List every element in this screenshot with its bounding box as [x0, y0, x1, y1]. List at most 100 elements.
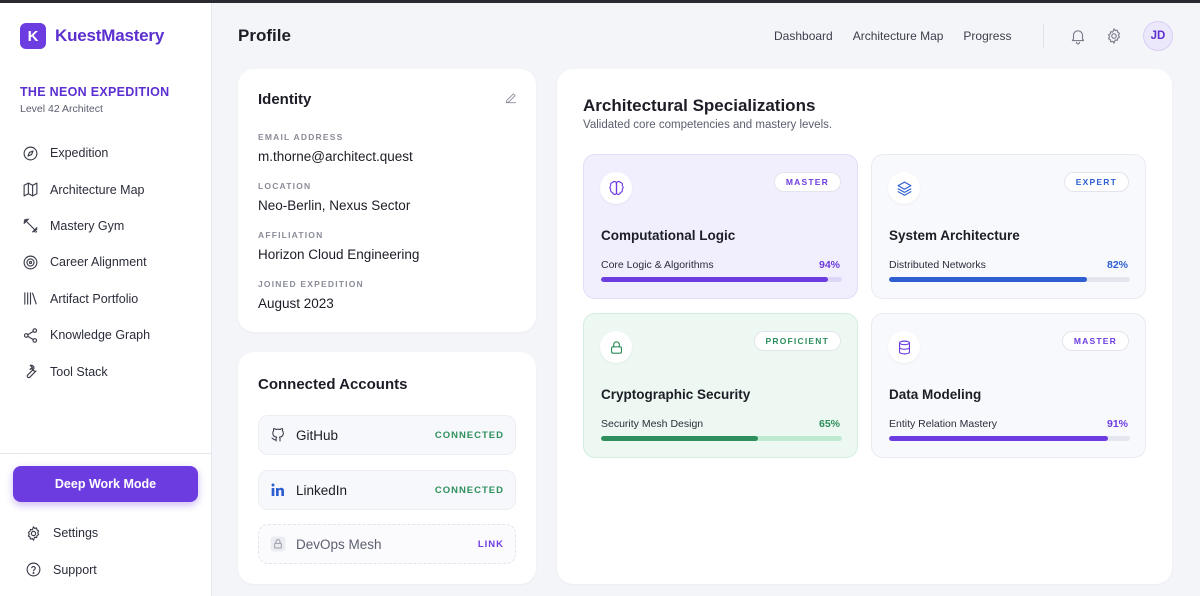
map-icon [23, 182, 38, 197]
share-icon [23, 327, 38, 343]
email-label: EMAIL ADDRESS [258, 132, 344, 142]
lock-icon [270, 536, 286, 552]
spec-skill: Core Logic & Algorithms [601, 259, 714, 271]
spec-name: Data Modeling [889, 387, 982, 402]
brand-logo: K [20, 23, 46, 49]
sidebar-nav: Expedition Architecture Map Mastery Gym … [0, 135, 211, 390]
edit-identity-button[interactable] [504, 91, 518, 105]
brand-name: KuestMastery [55, 26, 165, 45]
specializations-card: Architectural Specializations Validated … [557, 69, 1172, 584]
settings-button[interactable] [1105, 27, 1123, 45]
link-account-button[interactable]: LINK [478, 539, 504, 550]
sidebar-item-expedition[interactable]: Expedition [0, 135, 211, 171]
joined-label: JOINED EXPEDITION [258, 279, 364, 289]
spec-tile-cryptographic-security[interactable]: PROFICIENT Cryptographic Security Securi… [583, 313, 858, 458]
layers-icon [888, 172, 920, 204]
account-row-github[interactable]: GitHub CONNECTED [258, 415, 516, 455]
sidebar-item-settings[interactable]: Settings [0, 515, 211, 552]
library-icon [24, 292, 37, 305]
account-name: LinkedIn [296, 482, 348, 498]
account-name: DevOps Mesh [296, 536, 382, 552]
brain-icon [600, 172, 632, 204]
sidebar-item-architecture-map[interactable]: Architecture Map [0, 171, 211, 207]
progress-fill [889, 436, 1109, 441]
gear-icon [27, 525, 40, 541]
mastery-badge: PROFICIENT [753, 331, 841, 351]
sidebar-item-label: Architecture Map [50, 182, 145, 197]
sidebar-item-label: Knowledge Graph [50, 328, 151, 343]
wrench-icon [26, 364, 37, 379]
github-icon [270, 427, 286, 443]
dumbbell-icon [23, 219, 38, 234]
top-nav-architecture-map[interactable]: Architecture Map [853, 29, 944, 43]
expedition-level: Level 42 Architect [20, 103, 103, 115]
bell-icon [1071, 30, 1085, 45]
progress-fill [889, 277, 1087, 282]
lock-icon [600, 331, 632, 363]
sidebar-item-artifact-portfolio[interactable]: Artifact Portfolio [0, 281, 211, 317]
progress-fill [601, 436, 758, 441]
top-nav-dashboard[interactable]: Dashboard [774, 29, 833, 43]
sidebar-item-knowledge-graph[interactable]: Knowledge Graph [0, 317, 211, 353]
sidebar-item-label: Settings [53, 526, 99, 541]
progress-fill [601, 277, 828, 282]
account-row-devops-mesh[interactable]: DevOps Mesh LINK [258, 524, 516, 564]
email-value: m.thorne@architect.quest [258, 149, 413, 164]
top-nav-progress[interactable]: Progress [963, 29, 1011, 43]
top-nav: Dashboard Architecture Map Progress [774, 29, 1011, 43]
sidebar-item-support[interactable]: Support [0, 552, 211, 589]
progress-bar [889, 436, 1130, 441]
sidebar-item-label: Mastery Gym [50, 218, 125, 233]
accounts-title: Connected Accounts [258, 376, 408, 393]
header-divider [1043, 24, 1044, 48]
account-row-linkedin[interactable]: LinkedIn CONNECTED [258, 470, 516, 510]
identity-title: Identity [258, 91, 312, 108]
sidebar: K KuestMastery THE NEON EXPEDITION Level… [0, 3, 212, 596]
compass-icon [23, 146, 38, 161]
sidebar-item-label: Career Alignment [50, 255, 147, 270]
connected-accounts-card: Connected Accounts GitHub CONNECTED Link… [238, 352, 536, 584]
identity-card: Identity EMAIL ADDRESS m.thorne@architec… [238, 69, 536, 332]
progress-bar [889, 277, 1130, 282]
expedition-title: THE NEON EXPEDITION [20, 85, 170, 99]
sidebar-item-mastery-gym[interactable]: Mastery Gym [0, 208, 211, 244]
sidebar-item-label: Tool Stack [50, 364, 108, 379]
mastery-badge: MASTER [773, 172, 841, 192]
avatar[interactable]: JD [1143, 21, 1173, 51]
account-name: GitHub [296, 427, 339, 443]
spec-name: Cryptographic Security [601, 387, 751, 402]
spec-percent: 65% [818, 418, 840, 430]
progress-bar [601, 277, 842, 282]
progress-bar [601, 436, 842, 441]
spec-tile-computational-logic[interactable]: MASTER Computational Logic Core Logic & … [583, 154, 858, 299]
joined-value: August 2023 [258, 296, 334, 311]
spec-percent: 82% [1106, 259, 1128, 271]
page-title: Profile [238, 26, 291, 45]
affiliation-label: AFFILIATION [258, 230, 324, 240]
pencil-icon [505, 93, 517, 104]
sidebar-item-label: Support [53, 562, 97, 577]
location-label: LOCATION [258, 181, 312, 191]
mastery-badge: MASTER [1061, 331, 1129, 351]
sidebar-item-tool-stack[interactable]: Tool Stack [0, 353, 211, 389]
brand[interactable]: K KuestMastery [20, 23, 164, 49]
spec-percent: 91% [1106, 418, 1128, 430]
target-icon [23, 255, 38, 270]
spec-skill: Entity Relation Mastery [889, 418, 997, 430]
location-value: Neo-Berlin, Nexus Sector [258, 198, 411, 213]
sidebar-bottom-nav: Settings Support [0, 515, 211, 588]
spec-tile-data-modeling[interactable]: MASTER Data Modeling Entity Relation Mas… [871, 313, 1146, 458]
sidebar-item-label: Expedition [50, 146, 109, 161]
deep-work-mode-button[interactable]: Deep Work Mode [13, 466, 198, 502]
notifications-button[interactable] [1069, 27, 1087, 45]
linkedin-icon [270, 482, 286, 498]
spec-skill: Distributed Networks [889, 259, 986, 271]
sidebar-item-career-alignment[interactable]: Career Alignment [0, 244, 211, 280]
spec-skill: Security Mesh Design [601, 418, 704, 430]
spec-tile-system-architecture[interactable]: EXPERT System Architecture Distributed N… [871, 154, 1146, 299]
sidebar-item-label: Artifact Portfolio [50, 291, 139, 306]
account-status: CONNECTED [434, 484, 504, 496]
account-status: CONNECTED [434, 429, 504, 441]
mastery-badge: EXPERT [1063, 172, 1129, 192]
specializations-subtitle: Validated core competencies and mastery … [583, 119, 833, 131]
